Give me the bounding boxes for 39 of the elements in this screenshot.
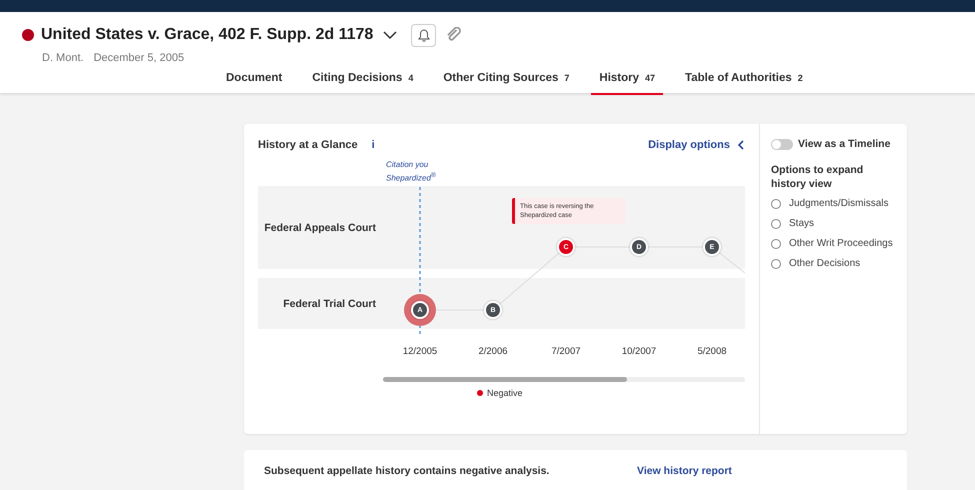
option-label: Other Decisions (789, 257, 862, 271)
date-label: 7/2007 (550, 346, 582, 357)
decision-date: December 5, 2005 (94, 52, 184, 64)
shepardized-label: Citation you Shepardized$^{®}$ (386, 159, 437, 184)
date-label: 12/2005 (402, 346, 438, 357)
option-label: Stays (789, 217, 816, 231)
toggle-switch[interactable] (771, 138, 793, 150)
chevron-left-icon (737, 140, 744, 150)
radio-button[interactable] (771, 259, 781, 269)
legend-label: Negative (487, 388, 523, 398)
section-title: History at a Glance (258, 138, 358, 150)
info-icon[interactable]: i (372, 138, 375, 150)
paperclip-icon[interactable] (446, 27, 462, 43)
scrollbar[interactable] (383, 377, 745, 382)
radio-button[interactable] (771, 239, 781, 249)
date-label: 5/2008 (696, 346, 728, 357)
court-name: D. Mont. (42, 52, 84, 64)
court-label: Federal Trial Court (282, 298, 376, 310)
bell-icon (418, 28, 430, 42)
display-options-link[interactable]: Display options (648, 138, 744, 150)
date-label: 2/2006 (477, 346, 509, 357)
radio-button[interactable] (771, 219, 781, 229)
tab[interactable]: History 47 (591, 68, 664, 95)
summary-text: Subsequent appellate history contains negative analysis. (264, 465, 550, 477)
case-title: United States v. Grace, 402 F. Supp. 2d 1178 (41, 26, 374, 44)
tab[interactable]: Citing Decisions 4 (304, 68, 422, 95)
view-history-link[interactable]: View history report (637, 465, 732, 477)
options-title: Options to expand history view (771, 163, 864, 191)
toggle-label: View as a Timeline (798, 138, 890, 150)
tab[interactable]: Document (218, 68, 290, 95)
option-label: Other Writ Proceedings (789, 237, 893, 251)
radio-button[interactable] (771, 199, 781, 209)
date-label: 10/2007 (620, 346, 658, 357)
alert-button[interactable] (411, 24, 436, 46)
tab[interactable]: Other Citing Sources 7 (435, 68, 578, 95)
tab[interactable]: Table of Authorities 2 (677, 68, 811, 95)
option-label: Judgments/Dismissals (789, 197, 890, 211)
court-label: Federal Appeals Court (263, 222, 376, 234)
chevron-down-icon[interactable] (383, 30, 398, 40)
